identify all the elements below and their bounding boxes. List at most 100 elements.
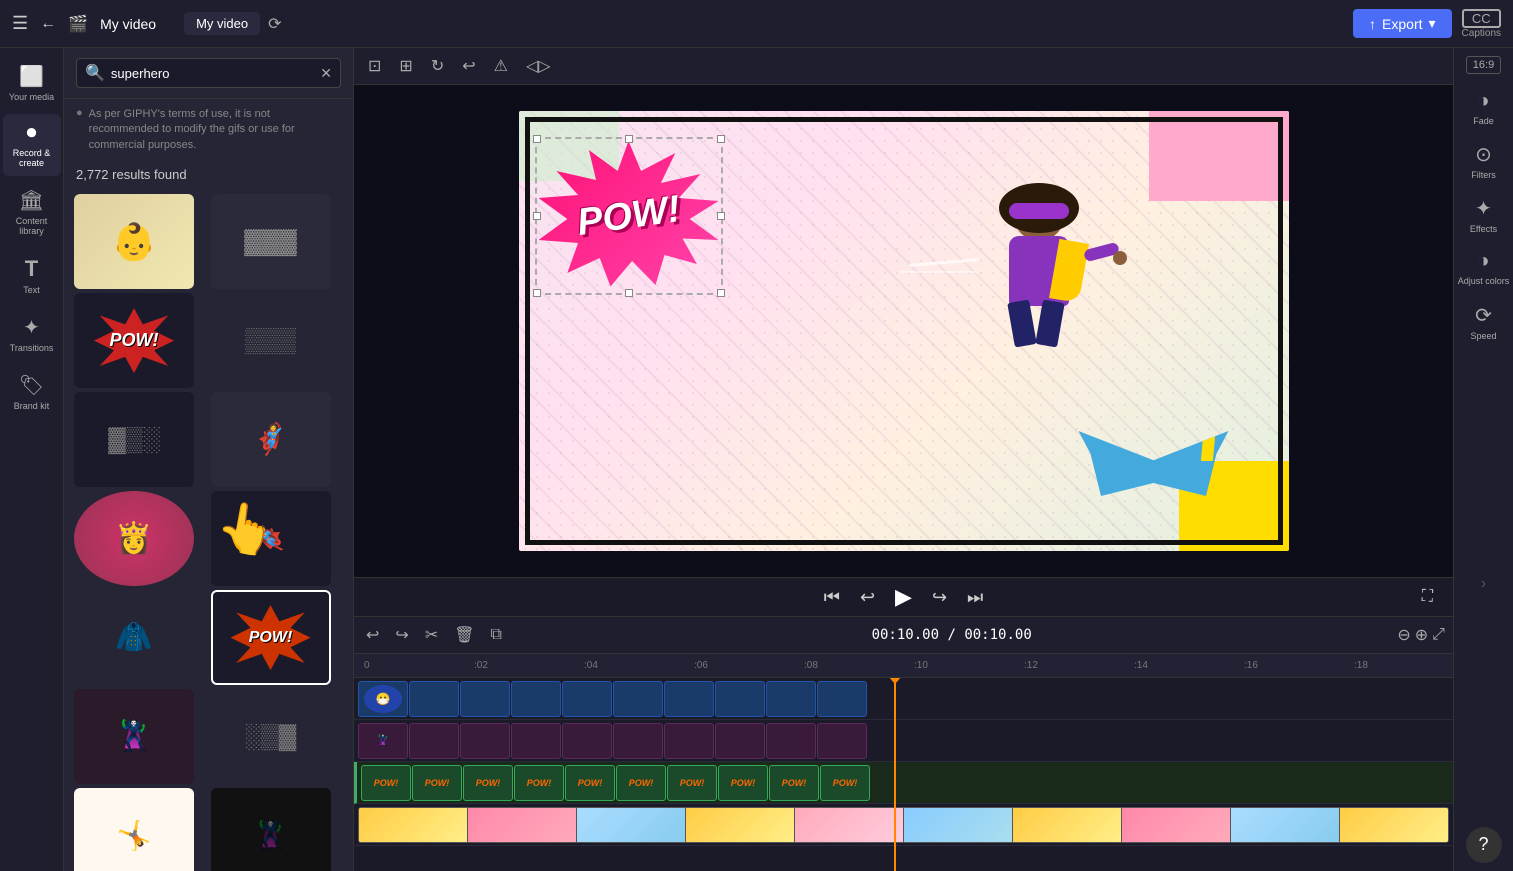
sidebar-item-brand-kit[interactable]: 🏷 Brand kit [3,365,61,419]
rotate-button[interactable]: ↻ [425,52,450,80]
tl-cut-button[interactable]: ✂ [421,621,442,649]
sticker-grid: 👶 ▓▓▓ POW! ▒▒▒ ▓▒░ 🦸 👸 [64,188,353,871]
right-panel-speed[interactable]: ⟳ Speed [1470,303,1496,341]
filters-icon: ⊙ [1475,142,1492,167]
top-bar: ☰ ← 🎬 My video My video ⟳ ↑ Export ▾ CC … [0,0,1513,48]
project-title: My video [100,16,156,32]
crop-fit-button[interactable]: ⊡ [362,52,387,80]
record-icon: ⏺ [27,122,37,145]
sticker-item-fly2[interactable]: 🦸 [211,491,331,586]
sticker-item-2[interactable]: ▓▓▓ [211,194,331,289]
sidebar-label-record: Record &create [13,148,51,168]
ruler-mark-9: :18 [1352,660,1453,671]
track-row-3: POW! POW! POW! POW! POW! POW! POW! POW! … [354,762,1453,804]
right-panel-adjust-colors[interactable]: ◑ Adjust colors [1458,250,1510,287]
fullscreen-button[interactable]: ⛶ [1422,588,1433,606]
zoom-in-button[interactable]: ⊕ [1415,625,1428,645]
sticker-item-run[interactable]: ▓▒░ [74,392,194,487]
sidebar-label-text: Text [23,285,40,295]
sticker-item-dark[interactable]: 🦹 [211,788,331,871]
skip-forward-button[interactable]: ⏭ [967,587,983,608]
ruler-mark-8: :16 [1242,660,1352,671]
tl-delete-button[interactable]: 🗑 [450,621,478,649]
transitions-icon: ✦ [23,315,40,340]
track-row-1: 😷 [354,678,1453,720]
sticker-item-hero2[interactable]: ░▒▓ [211,689,331,784]
sidebar-label-your-media: Your media [9,92,54,102]
zoom-controls: ⊖ ⊕ ⤢ [1397,625,1445,645]
sticker-item-pow-active[interactable]: POW! Add to timeline [211,590,331,685]
pow-sticker-element[interactable]: POW! [539,141,719,291]
right-panel: 16:9 ◑ Fade ⊙ Filters ✦ Effects ◑ Adjust… [1453,48,1513,871]
text-icon: T [25,256,38,282]
skip-back-button[interactable]: ⏮ [824,587,840,608]
tab-my-video[interactable]: My video [184,12,260,35]
sidebar-item-transitions[interactable]: ✦ Transitions [3,307,61,361]
speed-icon: ⟳ [1475,303,1492,328]
sticker-item-baby[interactable]: 👶 [74,194,194,289]
zoom-fit-button[interactable]: ⤢ [1432,626,1445,644]
export-button[interactable]: ↑ Export ▾ [1353,9,1452,38]
playback-controls: ⏮ ↩ ▶ ↪ ⏭ ⛶ [354,577,1453,616]
tl-redo-button[interactable]: ↪ [391,621,412,649]
track-row-2: 🦹 [354,720,1453,762]
sticker-item-wonder[interactable]: 👸 [74,491,194,586]
sidebar-item-record[interactable]: ⏺ Record &create [3,114,61,176]
sidebar-label-content-library: Contentlibrary [16,216,48,236]
right-panel-fade[interactable]: ◑ Fade [1473,90,1494,126]
fast-forward-button[interactable]: ↪ [932,587,947,608]
tl-duplicate-button[interactable]: ⧉ [487,622,506,648]
stickers-panel: 🔍 ✕ ● As per GIPHY's terms of use, it is… [64,48,354,871]
ruler-marks: 0 :02 :04 :06 :08 :10 :12 :14 :16 :18 [362,660,1453,671]
export-dropdown-icon: ▾ [1429,15,1436,32]
comic-scene: POW! [519,111,1289,551]
warning-button[interactable]: ⚠ [488,52,514,80]
undo-button[interactable]: ↩ [456,52,481,80]
panel-header: 🔍 ✕ [64,48,353,99]
back-button[interactable]: ← [40,15,56,33]
collapse-right-panel-button[interactable]: › [1481,575,1486,593]
captions-button[interactable]: CC Captions [1462,9,1501,39]
sticker-item-pow1[interactable]: POW! [74,293,194,388]
rewind-button[interactable]: ↩ [860,587,875,608]
help-button[interactable]: ? [1466,827,1502,863]
sidebar-label-brand-kit: Brand kit [14,401,50,411]
cloud-sync-icon[interactable]: ⟳ [268,14,281,34]
clear-search-button[interactable]: ✕ [320,65,332,82]
export-icon: ↑ [1369,16,1376,32]
adjust-colors-icon: ◑ [1477,250,1489,273]
sticker-item-fly[interactable]: 🦸 [211,392,331,487]
sidebar-item-content-library[interactable]: 🏛 Contentlibrary [3,180,61,244]
fade-icon: ◑ [1477,90,1489,113]
search-box: 🔍 ✕ [76,58,341,88]
ruler-mark-2: :04 [582,660,692,671]
zoom-out-button[interactable]: ⊖ [1397,625,1410,645]
right-panel-filters[interactable]: ⊙ Filters [1471,142,1496,180]
crop-button[interactable]: ⊞ [393,52,418,80]
hamburger-icon[interactable]: ☰ [12,13,28,34]
sticker-item-grab[interactable]: 🤸 [74,788,194,871]
sticker-item-red-hero[interactable]: 🦹 [74,689,194,784]
sidebar-item-your-media[interactable]: ⬜ Your media [3,56,61,110]
effects-icon: ✦ [1475,196,1492,221]
timeline-area: ↩ ↪ ✂ 🗑 ⧉ 00:10.00 / 00:10.00 ⊖ ⊕ ⤢ [354,616,1453,871]
giphy-notice-text: As per GIPHY's terms of use, it is not r… [89,107,341,153]
sticker-item-cape[interactable]: 🧥 [74,590,194,685]
your-media-icon: ⬜ [19,64,44,89]
search-icon: 🔍 [85,63,105,83]
ruler-mark-5: :10 [912,660,1022,671]
aspect-ratio-badge[interactable]: 16:9 [1466,56,1501,74]
center-area: ⊡ ⊞ ↻ ↩ ⚠ ◁▷ [354,48,1453,871]
video-frame: POW! [519,111,1289,551]
play-button[interactable]: ▶ [895,584,912,610]
right-panel-effects[interactable]: ✦ Effects [1470,196,1497,234]
tl-undo-button[interactable]: ↩ [362,621,383,649]
sticker-item-4[interactable]: ▒▒▒ [211,293,331,388]
sidebar-item-text[interactable]: T Text [3,248,61,303]
results-count: 2,772 results found [64,161,353,188]
ruler-mark-4: :08 [802,660,912,671]
search-input[interactable] [111,66,314,81]
timeline-ruler: 0 :02 :04 :06 :08 :10 :12 :14 :16 :18 [354,654,1453,678]
timeline-timecode: 00:10.00 / 00:10.00 [872,627,1032,643]
flip-button[interactable]: ◁▷ [520,52,557,80]
